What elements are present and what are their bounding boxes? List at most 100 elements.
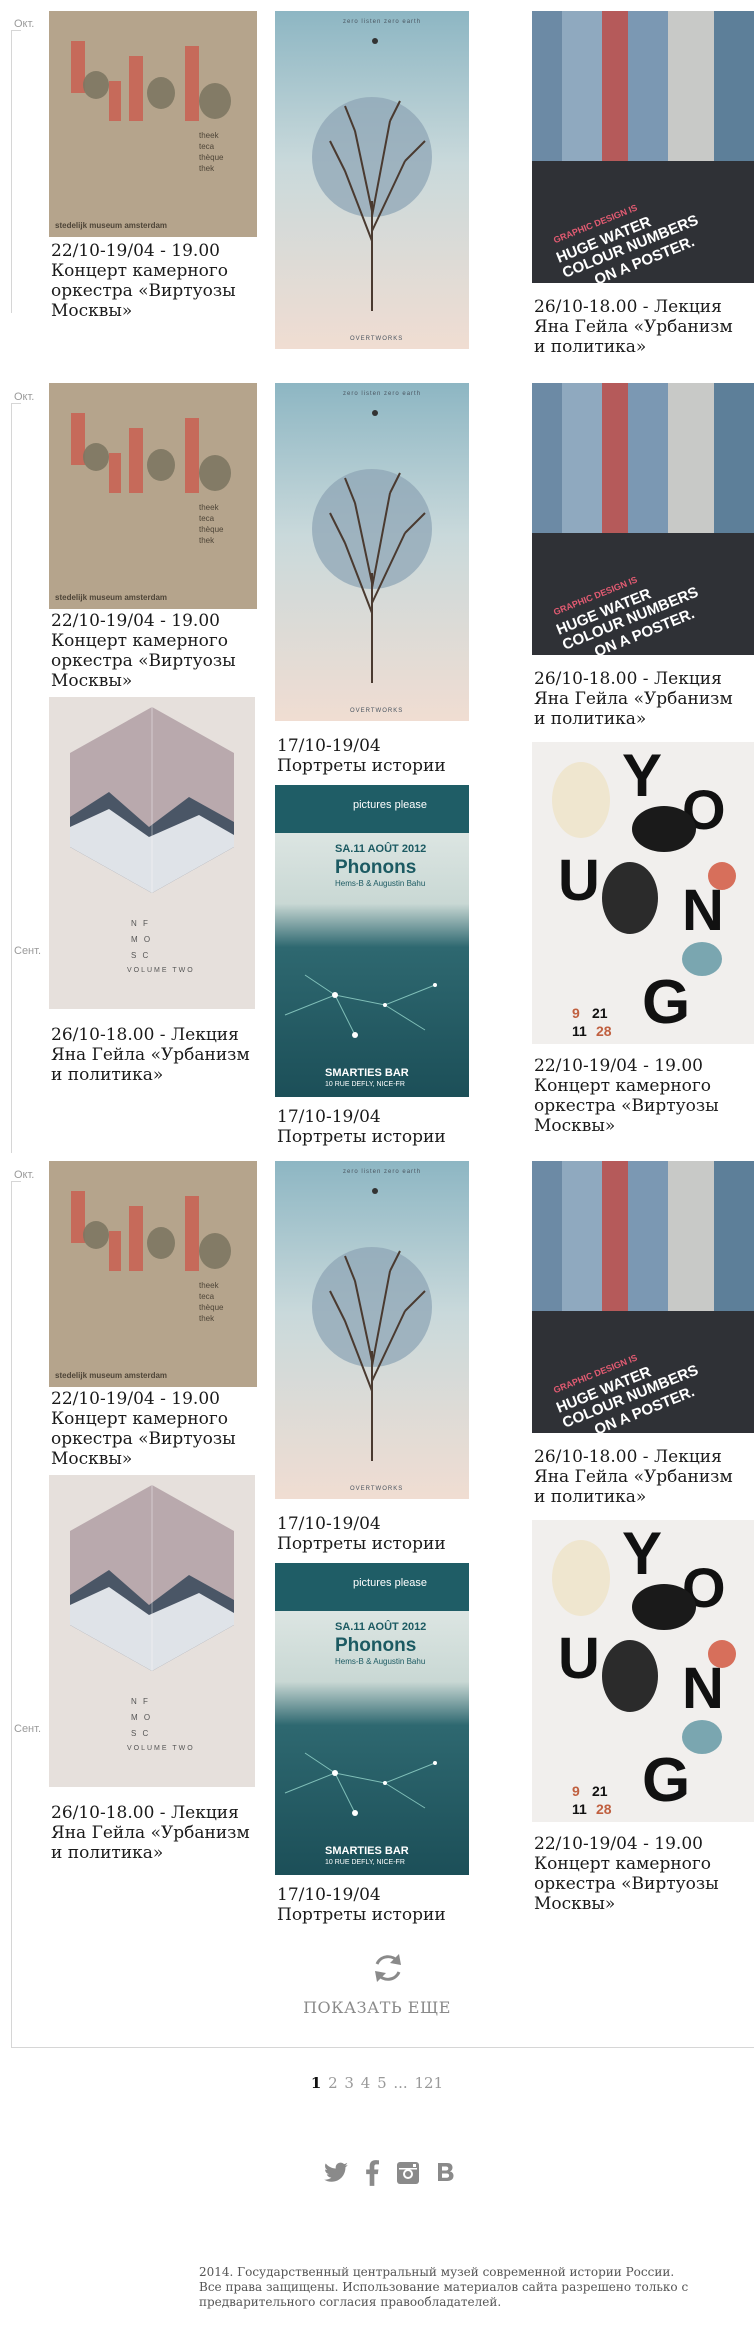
event-card[interactable]: Y O U N G 9 21 11 28 22/10-19/04 - 19.00…	[532, 742, 754, 1142]
poster-text: pictures please	[353, 1577, 427, 1589]
event-card[interactable]: Y O U N G 9 21 11 28 22/10-19/04 - 19.00…	[532, 1520, 754, 1920]
poster-text: 28	[596, 1801, 612, 1817]
footer-copyright: 2014. Государственный центральный музей …	[199, 2265, 719, 2310]
poster-text: G	[642, 1746, 691, 1815]
poster-text: OVERTWORKS	[350, 336, 404, 342]
poster-text: thek	[199, 164, 215, 173]
event-card[interactable]: theek teca thèque thek stedelijk museum …	[49, 11, 257, 321]
poster-biblio: theek teca thèque thek stedelijk museum …	[49, 383, 257, 609]
event-card[interactable]: theek teca thèque thek stedelijk museum …	[49, 1161, 257, 1471]
event-caption[interactable]: 26/10-18.00 - Лекция Яна Гейла «Урбанизм…	[534, 669, 744, 729]
poster-text: SA.11 AOÛT 2012	[335, 843, 427, 855]
poster-text: SMARTIES BAR	[325, 1067, 409, 1079]
poster-text: N F	[131, 1697, 150, 1706]
poster-text: 21	[592, 1783, 608, 1799]
poster-text: G	[642, 968, 691, 1037]
poster-text: VOLUME TWO	[127, 1745, 195, 1752]
poster-text: M O	[131, 1713, 153, 1722]
timeline-line	[11, 403, 12, 1153]
month-label: Окт.	[14, 391, 35, 403]
event-caption[interactable]: 17/10-19/04 Портреты истории	[277, 1514, 467, 1554]
month-label: Окт.	[14, 1169, 35, 1181]
event-card[interactable]: pictures please SA.11 AOÛT 2012 Phonons …	[275, 1563, 469, 1933]
timeline-tick	[11, 403, 21, 404]
event-caption[interactable]: 22/10-19/04 - 19.00 Концерт камерного ор…	[51, 611, 257, 691]
event-card[interactable]: N F M O S C VOLUME TWO 26/10-18.00 - Лек…	[49, 1475, 257, 1875]
timeline-line	[11, 30, 12, 313]
page-link[interactable]: 4	[361, 2074, 371, 2092]
footer-line: предварительного согласия правообладател…	[199, 2295, 502, 2309]
poster-text: Hems-B & Augustin Bahu	[335, 1657, 426, 1666]
timeline-tick	[11, 1181, 21, 1182]
event-card[interactable]: theek teca thèque thek stedelijk museum …	[49, 383, 257, 693]
tree-illustration	[329, 410, 426, 683]
event-caption[interactable]: 17/10-19/04 Портреты истории	[277, 1107, 467, 1147]
pagination: 1 2 3 4 5 ... 121	[0, 2074, 754, 2092]
page-link[interactable]: 2	[328, 2074, 338, 2092]
poster-text: theek	[199, 503, 219, 512]
poster-text: pictures please	[353, 799, 427, 811]
footer-line: Все права защищены. Использование матери…	[199, 2280, 689, 2294]
event-card[interactable]: GRAPHIC DESIGN IS HUGE WATER COLOUR NUMB…	[532, 11, 754, 371]
poster-text: 9	[572, 1783, 580, 1799]
tree-illustration	[329, 38, 426, 311]
poster-hexagon: N F M O S C VOLUME TWO	[49, 1475, 255, 1787]
event-card[interactable]: GRAPHIC DESIGN IS HUGE WATER COLOUR NUMB…	[532, 383, 754, 733]
page-current[interactable]: 1	[311, 2074, 321, 2092]
event-card[interactable]: N F M O S C VOLUME TWO 26/10-18.00 - Лек…	[49, 697, 257, 1087]
poster-text: N F	[131, 919, 150, 928]
event-caption[interactable]: 22/10-19/04 - 19.00 Концерт камерного ор…	[534, 1056, 746, 1136]
instagram-icon[interactable]	[396, 2160, 420, 2186]
event-caption[interactable]: 26/10-18.00 - Лекция Яна Гейла «Урбанизм…	[534, 1447, 744, 1507]
event-caption[interactable]: 22/10-19/04 - 19.00 Концерт камерного ор…	[534, 1834, 746, 1914]
event-card[interactable]: zero listen zero earth OVERTWORKS	[275, 11, 469, 351]
month-label: Сент.	[14, 1723, 42, 1735]
poster-text: teca	[199, 1292, 215, 1301]
poster-text: thek	[199, 1314, 215, 1323]
poster-text: 21	[592, 1005, 608, 1021]
poster-young: Y O U N G 9 21 11 28	[532, 742, 754, 1044]
page-ellipsis: ...	[393, 2074, 408, 2092]
poster-tree: zero listen zero earth OVERTWORKS	[275, 11, 469, 349]
poster-text: Y	[622, 742, 663, 809]
poster-text: M O	[131, 935, 153, 944]
poster-text: VOLUME TWO	[127, 967, 195, 974]
event-card[interactable]: zero listen zero earth OVERTWORKS 17/10-…	[275, 383, 469, 783]
poster-text: S C	[131, 1729, 151, 1738]
event-caption[interactable]: 26/10-18.00 - Лекция Яна Гейла «Урбанизм…	[534, 297, 744, 357]
poster-text: stedelijk museum amsterdam	[55, 593, 168, 602]
event-caption[interactable]: 26/10-18.00 - Лекция Яна Гейла «Урбанизм…	[51, 1803, 257, 1863]
facebook-icon[interactable]	[365, 2160, 379, 2186]
vk-icon[interactable]	[436, 2160, 456, 2186]
poster-biblio: theek teca thèque thek stedelijk museum …	[49, 1161, 257, 1387]
poster-phonons: pictures please SA.11 AOÛT 2012 Phonons …	[275, 1563, 469, 1875]
poster-tree: zero listen zero earth OVERTWORKS	[275, 1161, 469, 1499]
event-card[interactable]: GRAPHIC DESIGN IS HUGE WATER COLOUR NUMB…	[532, 1161, 754, 1511]
show-more-button[interactable]: ПОКАЗАТЬ ЕЩЕ	[0, 1998, 754, 2017]
page-link[interactable]: 3	[344, 2074, 354, 2092]
event-caption[interactable]: 22/10-19/04 - 19.00 Концерт камерного ор…	[51, 1389, 257, 1469]
tree-illustration	[329, 1188, 426, 1461]
event-card[interactable]: pictures please SA.11 AOÛT 2012 Phonons …	[275, 785, 469, 1155]
poster-text: thek	[199, 536, 215, 545]
month-label: Сент.	[14, 945, 42, 957]
event-caption[interactable]: 22/10-19/04 - 19.00 Концерт камерного ор…	[51, 241, 257, 325]
event-card[interactable]: zero listen zero earth OVERTWORKS 17/10-…	[275, 1161, 469, 1561]
hexagon-illustration	[70, 1485, 234, 1671]
page-link[interactable]: 5	[377, 2074, 387, 2092]
event-caption[interactable]: 26/10-18.00 - Лекция Яна Гейла «Урбанизм…	[51, 1025, 257, 1085]
page-link-last[interactable]: 121	[414, 2074, 443, 2092]
event-caption[interactable]: 17/10-19/04 Портреты истории	[277, 736, 467, 776]
twitter-icon[interactable]	[323, 2160, 349, 2186]
poster-text: N	[682, 1656, 724, 1721]
refresh-icon[interactable]	[370, 1950, 406, 1986]
poster-hexagon: N F M O S C VOLUME TWO	[49, 697, 255, 1009]
event-caption[interactable]: 17/10-19/04 Портреты истории	[277, 1885, 467, 1925]
poster-text: Y	[622, 1520, 663, 1587]
poster-text: stedelijk museum amsterdam	[55, 1371, 168, 1380]
poster-huge-water: GRAPHIC DESIGN IS HUGE WATER COLOUR NUMB…	[532, 11, 754, 283]
poster-text: stedelijk museum amsterdam	[55, 221, 168, 230]
network-illustration	[284, 1752, 437, 1816]
timeline-tick	[11, 30, 21, 31]
poster-text: 11	[572, 1801, 587, 1817]
